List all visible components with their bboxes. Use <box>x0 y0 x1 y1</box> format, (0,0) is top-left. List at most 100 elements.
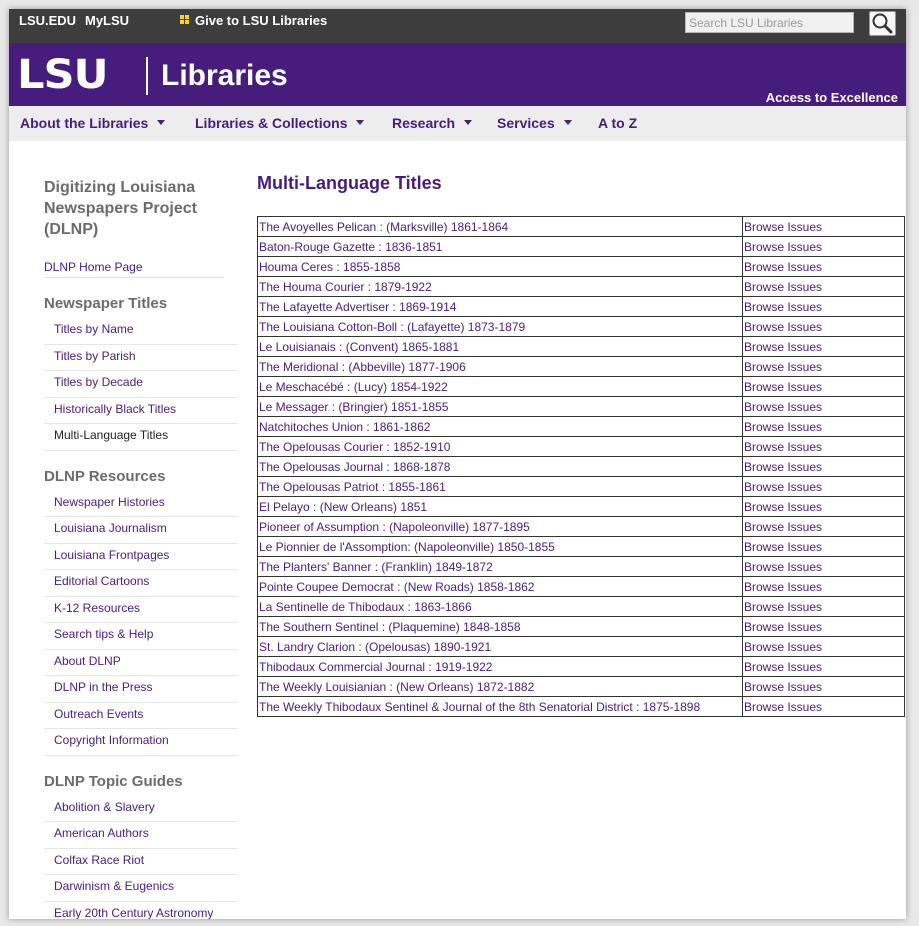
newspaper-title-link[interactable]: Le Messager : (Bringier) 1851-1855 <box>259 400 448 414</box>
newspaper-title-link[interactable]: Natchitoches Union : 1861-1862 <box>259 420 430 434</box>
table-row: Houma Ceres : 1855-1858 Browse Issues <box>257 256 905 277</box>
browse-issues-link[interactable]: Browse Issues <box>744 520 822 534</box>
browse-issues-link[interactable]: Browse Issues <box>744 700 822 714</box>
newspaper-title-link[interactable]: The Meridional : (Abbeville) 1877-1906 <box>259 360 466 374</box>
browse-issues-link[interactable]: Browse Issues <box>744 260 822 274</box>
sidebar-item-multi-language[interactable]: Multi-Language Titles <box>54 428 168 442</box>
newspaper-title-link[interactable]: The Opelousas Journal : 1868-1878 <box>259 460 450 474</box>
newspaper-title-link[interactable]: Le Pionnier de l'Assomption: (Napoleonvi… <box>259 540 555 554</box>
newspaper-title-link[interactable]: Pioneer of Assumption : (Napoleonville) … <box>259 520 530 534</box>
sidebar-item-outreach[interactable]: Outreach Events <box>54 707 143 721</box>
sidebar-item-copyright[interactable]: Copyright Information <box>54 733 169 747</box>
newspaper-title-link[interactable]: The Weekly Louisianian : (New Orleans) 1… <box>259 680 534 694</box>
table-row: The Weekly Louisianian : (New Orleans) 1… <box>257 676 905 697</box>
newspaper-title-link[interactable]: The Opelousas Patriot : 1855-1861 <box>259 480 446 494</box>
newspaper-title-link[interactable]: Le Meschacébé : (Lucy) 1854-1922 <box>259 380 448 394</box>
browse-issues-link[interactable]: Browse Issues <box>744 400 822 414</box>
sidebar-item-k12[interactable]: K-12 Resources <box>54 601 140 615</box>
sidebar-item-authors[interactable]: American Authors <box>54 826 149 840</box>
browse-issues-link[interactable]: Browse Issues <box>744 420 822 434</box>
browse-issues-link[interactable]: Browse Issues <box>744 300 822 314</box>
browse-issues-link[interactable]: Browse Issues <box>744 480 822 494</box>
sidebar-item-about[interactable]: About DLNP <box>54 654 121 668</box>
list-item: Titles by Parish <box>44 345 237 371</box>
nav-collections[interactable]: Libraries & Collections <box>195 115 365 131</box>
browse-cell: Browse Issues <box>742 676 905 697</box>
browse-issues-link[interactable]: Browse Issues <box>744 560 822 574</box>
logo-divider <box>146 57 148 95</box>
newspaper-title-link[interactable]: Pointe Coupee Democrat : (New Roads) 185… <box>259 580 534 594</box>
newspaper-title-link[interactable]: The Houma Courier : 1879-1922 <box>259 280 432 294</box>
list-item: Early 20th Century Astronomy <box>44 902 237 920</box>
browse-issues-link[interactable]: Browse Issues <box>744 280 822 294</box>
table-row: The Opelousas Journal : 1868-1878 Browse … <box>257 456 905 477</box>
table-row: Natchitoches Union : 1861-1862 Browse Iss… <box>257 416 905 437</box>
browse-issues-link[interactable]: Browse Issues <box>744 380 822 394</box>
sidebar-home-link[interactable]: DLNP Home Page <box>44 260 224 278</box>
browse-cell: Browse Issues <box>742 316 905 337</box>
sidebar-item-titles-by-parish[interactable]: Titles by Parish <box>54 349 136 363</box>
browse-cell: Browse Issues <box>742 436 905 457</box>
browse-issues-link[interactable]: Browse Issues <box>744 340 822 354</box>
sidebar-item-darwinism[interactable]: Darwinism & Eugenics <box>54 879 174 893</box>
browse-cell: Browse Issues <box>742 616 905 637</box>
browse-issues-link[interactable]: Browse Issues <box>744 500 822 514</box>
give-link[interactable]: Give to LSU Libraries <box>195 13 327 28</box>
newspaper-title-link[interactable]: St. Landry Clarion : (Opelousas) 1890-19… <box>259 640 491 654</box>
newspaper-title-link[interactable]: The Lafayette Advertiser : 1869-1914 <box>259 300 456 314</box>
sidebar-item-histories[interactable]: Newspaper Histories <box>54 495 165 509</box>
browse-cell: Browse Issues <box>742 356 905 377</box>
browse-issues-link[interactable]: Browse Issues <box>744 540 822 554</box>
nav-research-label: Research <box>392 115 456 131</box>
list-item: American Authors <box>44 822 237 849</box>
search-input[interactable] <box>685 12 854 33</box>
sidebar-item-astronomy[interactable]: Early 20th Century Astronomy <box>54 906 213 920</box>
browse-issues-link[interactable]: Browse Issues <box>744 660 822 674</box>
browse-issues-link[interactable]: Browse Issues <box>744 620 822 634</box>
newspaper-title-link[interactable]: The Opelousas Courier : 1852-1910 <box>259 440 450 454</box>
browse-issues-link[interactable]: Browse Issues <box>744 240 822 254</box>
sidebar-item-abolition[interactable]: Abolition & Slavery <box>54 800 155 814</box>
browse-issues-link[interactable]: Browse Issues <box>744 220 822 234</box>
nav-services[interactable]: Services <box>497 115 572 131</box>
newspaper-title-link[interactable]: The Avoyelles Pelican : (Marksville) 186… <box>259 220 508 234</box>
newspaper-title-link[interactable]: The Weekly Thibodaux Sentinel & Journal … <box>259 700 700 714</box>
table-row: The Lafayette Advertiser : 1869-1914 Brow… <box>257 296 905 317</box>
newspaper-title-link[interactable]: Thibodaux Commercial Journal : 1919-1922 <box>259 660 492 674</box>
browse-issues-link[interactable]: Browse Issues <box>744 680 822 694</box>
sidebar-item-press[interactable]: DLNP in the Press <box>54 680 153 694</box>
sidebar-item-titles-by-decade[interactable]: Titles by Decade <box>54 375 143 389</box>
newspaper-title-link[interactable]: The Southern Sentinel : (Plaquemine) 184… <box>259 620 521 634</box>
browse-issues-link[interactable]: Browse Issues <box>744 640 822 654</box>
sidebar-item-search-tips[interactable]: Search tips & Help <box>54 627 153 641</box>
libraries-logo-text[interactable]: Libraries <box>161 57 288 95</box>
sidebar-item-colfax[interactable]: Colfax Race Riot <box>54 853 144 867</box>
browse-issues-link[interactable]: Browse Issues <box>744 320 822 334</box>
sidebar-item-cartoons[interactable]: Editorial Cartoons <box>54 574 149 588</box>
lsu-logo[interactable]: LSU <box>17 52 109 98</box>
browse-issues-link[interactable]: Browse Issues <box>744 360 822 374</box>
nav-about[interactable]: About the Libraries <box>20 115 166 131</box>
browse-issues-link[interactable]: Browse Issues <box>744 440 822 454</box>
main-nav: About the Libraries Libraries & Collecti… <box>9 106 906 141</box>
sidebar-item-journalism[interactable]: Louisiana Journalism <box>54 521 167 535</box>
lsu-edu-link[interactable]: LSU.EDU <box>19 13 76 28</box>
sidebar-item-frontpages[interactable]: Louisiana Frontpages <box>54 548 169 562</box>
browse-issues-link[interactable]: Browse Issues <box>744 600 822 614</box>
newspaper-title-link[interactable]: The Louisiana Cotton-Boll : (Lafayette) … <box>259 320 525 334</box>
newspaper-title-link[interactable]: Le Louisianais : (Convent) 1865-1881 <box>259 340 459 354</box>
nav-a-to-z[interactable]: A to Z <box>598 115 637 131</box>
newspaper-title-link[interactable]: Houma Ceres : 1855-1858 <box>259 260 400 274</box>
sidebar-item-black-titles[interactable]: Historically Black Titles <box>54 402 176 416</box>
search-button[interactable] <box>869 11 896 36</box>
mylsu-link[interactable]: MyLSU <box>85 13 129 28</box>
nav-research[interactable]: Research <box>392 115 473 131</box>
newspaper-title-link[interactable]: The Planters' Banner : (Franklin) 1849-1… <box>259 560 493 574</box>
newspaper-title-link[interactable]: El Pelayo : (New Orleans) 1851 <box>259 500 427 514</box>
browse-issues-link[interactable]: Browse Issues <box>744 460 822 474</box>
newspaper-title-link[interactable]: La Sentinelle de Thibodaux : 1863-1866 <box>259 600 472 614</box>
browse-issues-link[interactable]: Browse Issues <box>744 580 822 594</box>
newspaper-title-link[interactable]: Baton-Rouge Gazette : 1836-1851 <box>259 240 442 254</box>
browse-cell: Browse Issues <box>742 476 905 497</box>
sidebar-item-titles-by-name[interactable]: Titles by Name <box>54 322 134 336</box>
